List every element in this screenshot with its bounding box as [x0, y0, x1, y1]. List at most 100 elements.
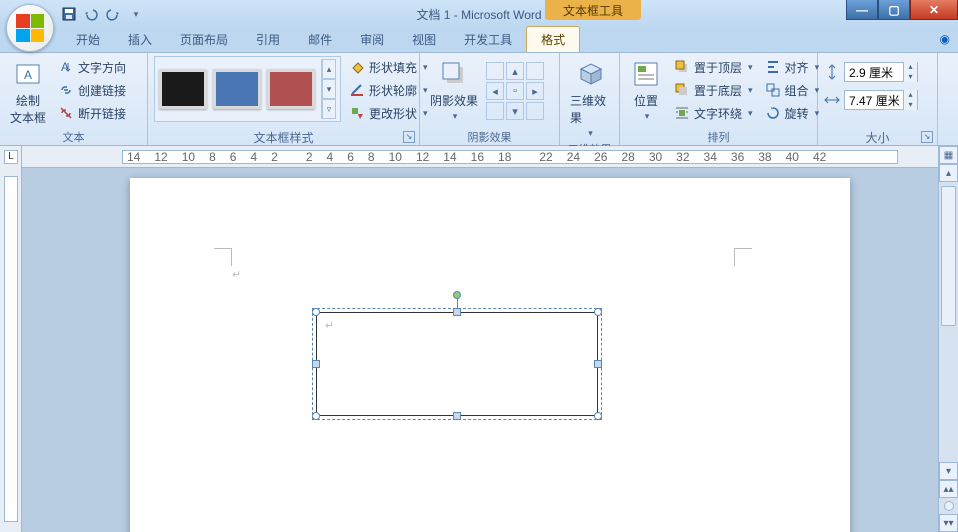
- change-shape-icon: [349, 105, 365, 121]
- cube-icon: [574, 58, 606, 90]
- save-button[interactable]: [60, 5, 78, 23]
- ruler-toggle[interactable]: ▦: [939, 146, 958, 164]
- position-button[interactable]: 位置▾: [626, 56, 666, 124]
- gallery-up[interactable]: ▴: [322, 59, 336, 79]
- paragraph-mark: ↵: [232, 268, 241, 281]
- minimize-button[interactable]: —: [846, 0, 878, 20]
- window-controls: — ▢ ✕: [846, 0, 958, 20]
- width-down[interactable]: ▾: [903, 100, 917, 110]
- rotate-button[interactable]: 旋转▾: [761, 102, 824, 124]
- next-page[interactable]: ▾▾: [939, 514, 958, 532]
- scroll-up[interactable]: ▴: [939, 164, 958, 182]
- vertical-scrollbar[interactable]: ▦ ▴ ▾ ▴▴ ▾▾: [938, 146, 958, 532]
- document-viewport[interactable]: ↵ ↵: [22, 168, 938, 532]
- bring-front-button[interactable]: 置于顶层▾: [670, 56, 757, 78]
- tab-review[interactable]: 审阅: [346, 27, 398, 52]
- browse-object[interactable]: [944, 501, 954, 511]
- ruler-tick: 16: [471, 150, 484, 164]
- tab-home[interactable]: 开始: [62, 27, 114, 52]
- qat-customize[interactable]: ▾: [126, 5, 144, 23]
- close-button[interactable]: ✕: [910, 0, 958, 20]
- height-icon: [824, 64, 840, 80]
- align-button[interactable]: 对齐▾: [761, 56, 824, 78]
- help-icon[interactable]: ◉: [940, 32, 950, 46]
- undo-button[interactable]: [82, 5, 100, 23]
- bring-front-icon: [674, 59, 690, 75]
- group-size: ▴▾ ▴▾ 大小↘: [818, 53, 938, 145]
- horizontal-ruler[interactable]: 1412108642246810121416182224262830323436…: [22, 146, 938, 168]
- selection-border: [312, 308, 602, 420]
- maximize-button[interactable]: ▢: [878, 0, 910, 20]
- handle-ne[interactable]: [594, 308, 602, 316]
- text-wrap-button[interactable]: 文字环绕▾: [670, 102, 757, 124]
- shadow-nudge-up[interactable]: ▴: [506, 62, 524, 80]
- vertical-ruler[interactable]: L: [0, 146, 22, 532]
- ruler-tick: 24: [567, 150, 580, 164]
- group-arrange-label: 排列: [626, 129, 811, 145]
- scroll-thumb[interactable]: [941, 186, 956, 326]
- rotate-icon: [765, 105, 781, 121]
- shadow-nudge-right[interactable]: ▸: [526, 82, 544, 100]
- handle-w[interactable]: [312, 360, 320, 368]
- ruler-tick: 4: [327, 150, 334, 164]
- height-spinner[interactable]: ▴▾: [844, 62, 918, 82]
- text-direction-button[interactable]: A文字方向: [54, 56, 130, 78]
- tab-view[interactable]: 视图: [398, 27, 450, 52]
- height-input[interactable]: [845, 65, 903, 79]
- style-swatch-red[interactable]: [267, 69, 315, 109]
- shadow-nudge-down[interactable]: ▾: [506, 102, 524, 120]
- scroll-down[interactable]: ▾: [939, 462, 958, 480]
- height-down[interactable]: ▾: [903, 72, 917, 82]
- shadow-nudge-left[interactable]: ◂: [486, 82, 504, 100]
- height-up[interactable]: ▴: [903, 62, 917, 72]
- selected-textbox[interactable]: ↵: [316, 312, 598, 416]
- change-shape-button[interactable]: 更改形状▾: [345, 102, 432, 124]
- window-title: 文档 1 - Microsoft Word: [416, 6, 541, 23]
- handle-e[interactable]: [594, 360, 602, 368]
- handle-n[interactable]: [453, 308, 461, 316]
- group-arrange: 位置▾ 置于顶层▾ 置于底层▾ 文字环绕▾ 对齐▾ 组合▾ 旋转▾ 排列: [620, 53, 818, 145]
- handle-se[interactable]: [594, 412, 602, 420]
- shadow-toggle[interactable]: ▫: [506, 82, 524, 100]
- handle-s[interactable]: [453, 412, 461, 420]
- shadow-effects-button[interactable]: 阴影效果▾: [426, 56, 482, 124]
- office-logo-icon: [16, 14, 44, 42]
- gallery-more[interactable]: ▿: [322, 99, 336, 119]
- ruler-tick: 14: [443, 150, 456, 164]
- ruler-tick: 10: [389, 150, 402, 164]
- width-input[interactable]: [845, 93, 903, 107]
- tab-selector[interactable]: L: [4, 150, 18, 164]
- send-back-button[interactable]: 置于底层▾: [670, 79, 757, 101]
- tab-references[interactable]: 引用: [242, 27, 294, 52]
- office-button[interactable]: [6, 4, 54, 52]
- width-spinner[interactable]: ▴▾: [844, 90, 918, 110]
- shape-fill-button[interactable]: 形状填充▾: [345, 56, 432, 78]
- style-swatch-black[interactable]: [159, 69, 207, 109]
- style-swatch-blue[interactable]: [213, 69, 261, 109]
- group-button[interactable]: 组合▾: [761, 79, 824, 101]
- tab-layout[interactable]: 页面布局: [166, 27, 242, 52]
- create-link-button[interactable]: 创建链接: [54, 79, 130, 101]
- redo-button[interactable]: [104, 5, 122, 23]
- gallery-down[interactable]: ▾: [322, 79, 336, 99]
- tab-insert[interactable]: 插入: [114, 27, 166, 52]
- ruler-tick: 38: [758, 150, 771, 164]
- ruler-tick: 28: [621, 150, 634, 164]
- ruler-tick: 26: [594, 150, 607, 164]
- tab-mailings[interactable]: 邮件: [294, 27, 346, 52]
- tab-format[interactable]: 格式: [526, 26, 580, 52]
- 3d-effects-button[interactable]: 三维效果▾: [566, 56, 613, 141]
- document-area: L 14121086422468101214161822242628303234…: [0, 146, 958, 532]
- styles-launcher[interactable]: ↘: [403, 131, 415, 143]
- handle-nw[interactable]: [312, 308, 320, 316]
- page[interactable]: ↵ ↵: [130, 178, 850, 532]
- size-launcher[interactable]: ↘: [921, 131, 933, 143]
- handle-sw[interactable]: [312, 412, 320, 420]
- tab-developer[interactable]: 开发工具: [450, 27, 526, 52]
- width-up[interactable]: ▴: [903, 90, 917, 100]
- draw-textbox-button[interactable]: A 绘制 文本框: [6, 56, 50, 128]
- rotation-handle[interactable]: [453, 291, 461, 299]
- break-link-button[interactable]: 断开链接: [54, 102, 130, 124]
- prev-page[interactable]: ▴▴: [939, 480, 958, 498]
- shape-outline-button[interactable]: 形状轮廓▾: [345, 79, 432, 101]
